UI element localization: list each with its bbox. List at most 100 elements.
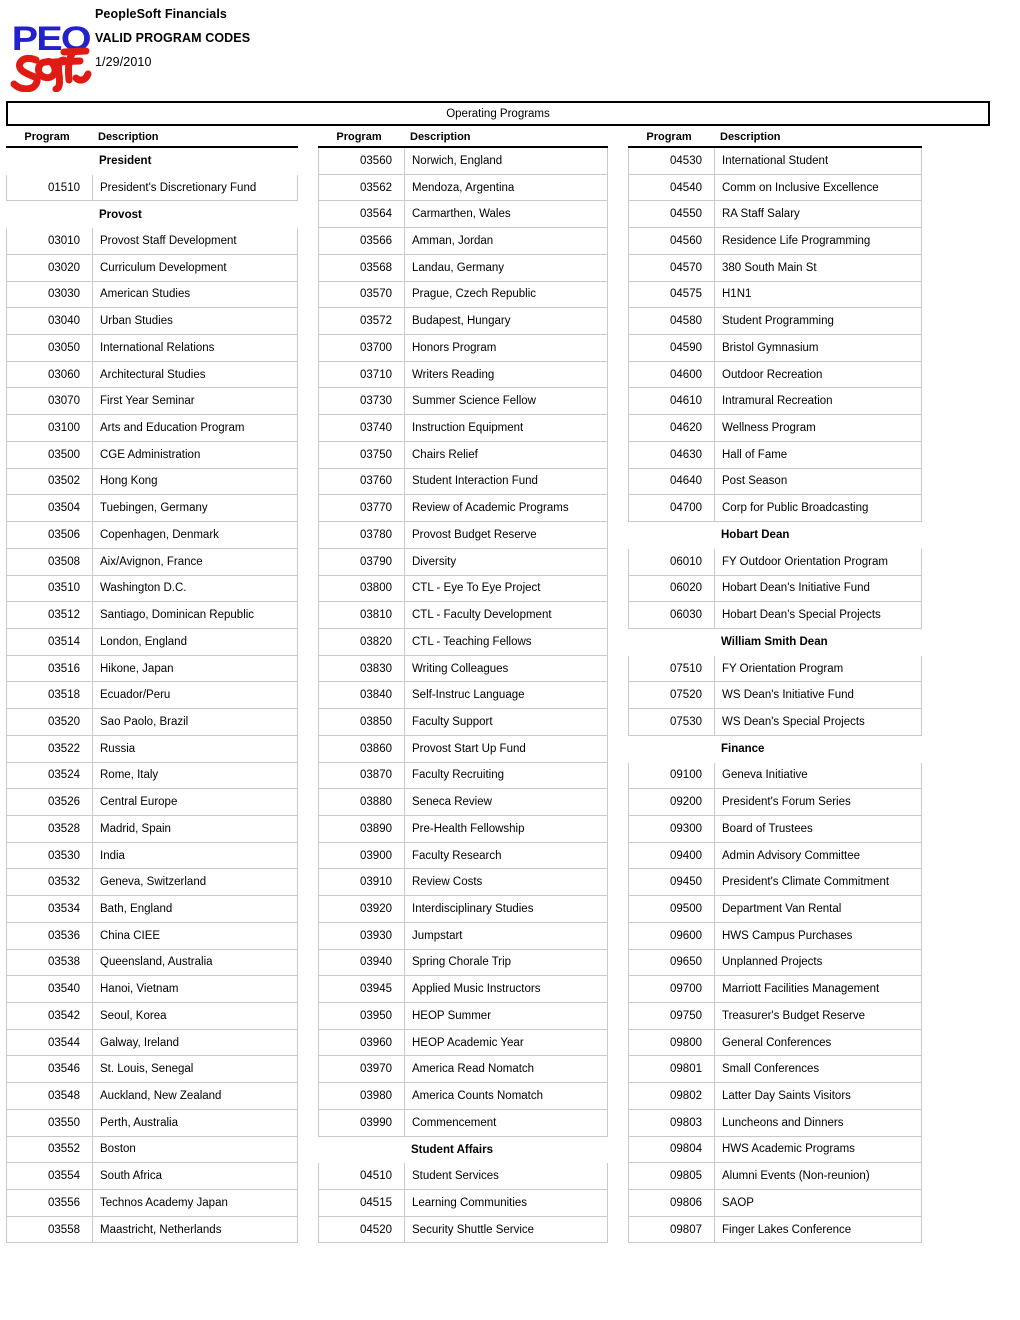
cell-program: 04640 xyxy=(629,468,715,495)
cell-description: Summer Science Fellow xyxy=(412,395,536,408)
cell-program: 03532 xyxy=(7,869,93,896)
cell-description: Self-Instruc Language xyxy=(412,689,525,702)
report-title: VALID PROGRAM CODES xyxy=(95,31,251,45)
cell-description: Ecuador/Peru xyxy=(100,689,171,702)
cell-program: 09100 xyxy=(629,762,715,789)
table-row: 03040 Urban Studies xyxy=(6,308,298,336)
table-row: 03870 Faculty Recruiting xyxy=(318,762,608,790)
table-row: 03552 Boston xyxy=(6,1136,298,1164)
table-row: 03504 Tuebingen, Germany xyxy=(6,495,298,523)
cell-description: America Counts Nomatch xyxy=(412,1090,544,1103)
cell-program: 04520 xyxy=(319,1216,405,1243)
cell-description: Hong Kong xyxy=(100,475,158,488)
cell-description: Learning Communities xyxy=(412,1196,528,1209)
cell-description: HWS Academic Programs xyxy=(722,1143,855,1156)
table-row: 03530 India xyxy=(6,842,298,870)
table-row: 03518 Ecuador/Peru xyxy=(6,682,298,710)
cell-description: Hanoi, Vietnam xyxy=(100,983,179,996)
cell-description: Tuebingen, Germany xyxy=(100,502,208,515)
cell-program: 04570 xyxy=(629,254,715,281)
cell-description: Small Conferences xyxy=(722,1063,820,1076)
table-row: 03570 Prague, Czech Republic xyxy=(318,281,608,309)
table-row: 03100 Arts and Education Program xyxy=(6,415,298,442)
cell-program: 03550 xyxy=(7,1109,93,1136)
cell-program: 03512 xyxy=(7,602,93,628)
table-row: 03562 Mendoza, Argentina xyxy=(318,174,608,202)
cell-description: Alumni Events (Non-reunion) xyxy=(722,1170,870,1183)
cell-program: 09700 xyxy=(629,976,715,1002)
header-program-2: Program xyxy=(336,131,382,143)
table-row: 01510 President's Discretionary Fund xyxy=(6,174,298,202)
cell-description: Instruction Equipment xyxy=(412,422,524,435)
cell-program: 04580 xyxy=(629,308,715,335)
cell-description: Admin Advisory Committee xyxy=(722,849,861,862)
cell-program: 09807 xyxy=(629,1216,715,1243)
cell-description: Prague, Czech Republic xyxy=(412,288,537,301)
table-row: 09600 HWS Campus Purchases xyxy=(628,922,922,950)
cell-description: Writers Reading xyxy=(412,368,495,381)
cell-program: 03050 xyxy=(7,335,93,361)
cell-program: 03516 xyxy=(7,655,93,682)
table-row: 03542 Seoul, Korea xyxy=(6,1003,298,1030)
cell-program: 01510 xyxy=(7,174,93,201)
cell-program: 09300 xyxy=(629,815,715,842)
cell-description: Santiago, Dominican Republic xyxy=(100,609,255,622)
cell-program: 03530 xyxy=(7,842,93,869)
cell-description: Queensland, Australia xyxy=(100,956,213,969)
cell-description: Seneca Review xyxy=(412,796,492,809)
cell-program: 03990 xyxy=(319,1109,405,1136)
cell-program: 03850 xyxy=(319,709,405,735)
table-row: 09500 Department Van Rental xyxy=(628,896,922,923)
cell-program: 04610 xyxy=(629,388,715,415)
cell-description: London, England xyxy=(100,635,187,648)
cell-program: 04620 xyxy=(629,415,715,441)
table-row: 03760 Student Interaction Fund xyxy=(318,468,608,496)
cell-description: Architectural Studies xyxy=(100,368,206,381)
cell-description: Galway, Ireland xyxy=(100,1036,180,1049)
table-row: 04570 380 South Main St xyxy=(628,254,922,282)
cell-description: Hobart Dean's Initiative Fund xyxy=(722,582,870,595)
cell-program: 03558 xyxy=(7,1216,93,1243)
table-row: 03538 Queensland, Australia xyxy=(6,949,298,977)
table-column-3: Program Description 04530 International S… xyxy=(628,131,922,1244)
cell-program: 09800 xyxy=(629,1029,715,1056)
cell-program: 03548 xyxy=(7,1083,93,1109)
cell-program: 03546 xyxy=(7,1056,93,1083)
cell-description: Finance xyxy=(721,743,765,756)
cell-program: 03522 xyxy=(7,735,93,762)
table-row: 03980 America Counts Nomatch xyxy=(318,1083,608,1110)
cell-program: 04590 xyxy=(629,335,715,361)
header-description-2: Description xyxy=(410,131,471,143)
cell-program: 06010 xyxy=(629,548,715,575)
cell-description: Carmarthen, Wales xyxy=(412,208,511,221)
cell-program: 03540 xyxy=(7,976,93,1002)
table-row: 03546 St. Louis, Senegal xyxy=(6,1056,298,1084)
cell-description: WS Dean's Special Projects xyxy=(722,715,865,728)
cell-description: Provost Staff Development xyxy=(100,235,237,248)
table-column-1: Program Description President 01510 Presid… xyxy=(6,131,298,1244)
cell-description: Aix/Avignon, France xyxy=(100,555,203,568)
cell-program: 03570 xyxy=(319,281,405,308)
cell-program: 07510 xyxy=(629,655,715,682)
table-row: 03050 International Relations xyxy=(6,335,298,362)
cell-program: 03504 xyxy=(7,495,93,522)
table-row: 03564 Carmarthen, Wales xyxy=(318,201,608,229)
cell-program: 03556 xyxy=(7,1190,93,1216)
cell-description: South Africa xyxy=(100,1170,163,1183)
cell-program: 09600 xyxy=(629,922,715,949)
table-row: 03516 Hikone, Japan xyxy=(6,655,298,683)
table-row: 04610 Intramural Recreation xyxy=(628,388,922,416)
table-row: 09802 Latter Day Saints Visitors xyxy=(628,1083,922,1110)
cell-program: 03510 xyxy=(7,575,93,602)
cell-program: 03930 xyxy=(319,922,405,949)
cell-program: 03100 xyxy=(7,415,93,441)
cell-description: President's Climate Commitment xyxy=(722,876,890,889)
cell-description: Geneva, Switzerland xyxy=(100,876,207,889)
cell-program: 09801 xyxy=(629,1056,715,1083)
cell-description: Norwich, England xyxy=(412,154,503,167)
cell-program: 03860 xyxy=(319,735,405,762)
table-row: 03544 Galway, Ireland xyxy=(6,1029,298,1057)
cell-program: 03520 xyxy=(7,709,93,735)
table-row: 03554 South Africa xyxy=(6,1163,298,1191)
cell-description: CTL - Eye To Eye Project xyxy=(412,582,541,595)
